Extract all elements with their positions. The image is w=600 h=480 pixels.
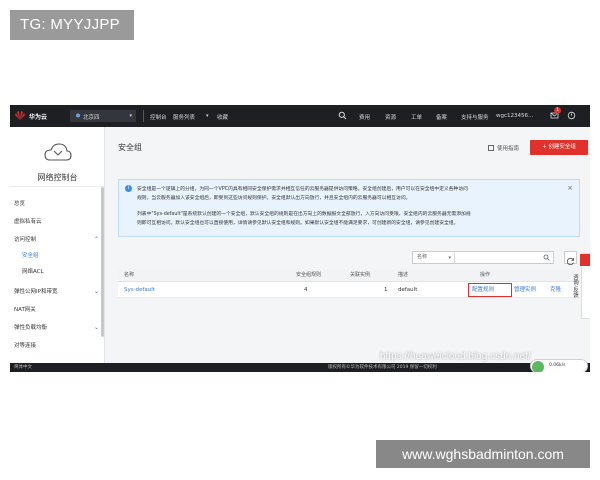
nav-service-list[interactable]: 服务列表	[173, 113, 195, 121]
top-navigation-bar: 华为云 北京四 ▾ 控制台 服务列表 ▾ 收藏 费用 资源 工单 备案 支持与服…	[10, 105, 590, 127]
sidebar-header: 网络控制台	[10, 127, 104, 187]
sidebar-item-overview[interactable]: 总览	[10, 197, 105, 211]
chevron-down-icon: ⌄	[93, 324, 99, 331]
usage-guide-label: 使用指南	[497, 146, 520, 152]
column-header: 操作	[480, 272, 491, 278]
column-header: 描述	[398, 272, 409, 278]
column-header: 关联实例	[350, 272, 371, 278]
info-notice: i 安全组是一个逻辑上的分组，为同一个VPC内具有相同安全保护需求并相互信任的云…	[118, 179, 580, 237]
nav-resources[interactable]: 资源	[385, 113, 396, 121]
sidebar-item-label: 弹性公网IP和带宽	[14, 289, 58, 295]
usage-guide-link[interactable]: 使用指南	[488, 144, 519, 152]
sidebar-title: 网络控制台	[37, 173, 78, 182]
sidebar-item-network-acl[interactable]: 网络ACL	[10, 265, 105, 279]
create-security-group-button[interactable]: + 创建安全组	[530, 140, 588, 155]
search-filter[interactable]: 名称 ▾	[412, 251, 554, 264]
sidebar-item-label: 虚拟私有云	[14, 219, 42, 225]
security-group-table: 名称 安全组规则 关联实例 描述 操作 Sys-default 4 1 defa…	[118, 269, 580, 298]
brand-name: 华为云	[29, 114, 48, 121]
filter-select[interactable]: 名称 ▾	[413, 252, 455, 263]
help-icon[interactable]	[567, 111, 576, 120]
sidebar-item-peering[interactable]: 对等连接	[10, 339, 105, 353]
console-screenshot: 华为云 北京四 ▾ 控制台 服务列表 ▾ 收藏 费用 资源 工单 备案 支持与服…	[10, 105, 590, 372]
sidebar-item-eip[interactable]: 弹性公网IP和带宽 ⌄	[10, 285, 105, 299]
sidebar-scrollbar[interactable]	[101, 187, 104, 337]
table-row: Sys-default 4 1 default 配置规则 管理实例 克隆	[118, 282, 580, 298]
info-line: 列表中"Sys-default"是系统默认创建的一个安全组，默认安全组的规则是在…	[137, 212, 471, 217]
nav-billing[interactable]: 费用	[359, 113, 370, 121]
copyright-text: 版权所有©华为软件技术有限公司 2019 保留一切权利	[328, 365, 437, 370]
location-pin-icon	[76, 113, 80, 118]
speed-indicator-icon	[532, 361, 544, 372]
sidebar-item-label: 访问控制	[14, 237, 37, 243]
bottom-status-bar: 简体中文 版权所有©华为软件技术有限公司 2019 保留一切权利	[10, 363, 590, 372]
account-name[interactable]: wgc123456...	[496, 113, 533, 119]
security-group-name-link[interactable]: Sys-default	[124, 282, 155, 298]
sidebar-item-label: 总览	[14, 201, 26, 207]
divider	[143, 110, 144, 122]
chevron-down-icon: ▾	[129, 113, 132, 119]
nav-tickets[interactable]: 工单	[411, 113, 422, 121]
info-icon: i	[125, 185, 132, 192]
sidebar-item-access-control[interactable]: 访问控制 ⌃	[10, 233, 105, 247]
page: TG: MYYJJPP 华为云 北京四 ▾ 控制台 服务列表 ▾ 收藏 费用 资…	[0, 0, 600, 480]
left-sidebar: 网络控制台 总览 虚拟私有云 访问控制 ⌃ 安全组 网络ACL 弹性公网IP和带…	[10, 127, 105, 363]
close-icon[interactable]: ×	[567, 184, 573, 192]
notification-badge: 1	[554, 107, 561, 114]
instance-count: 1	[384, 287, 388, 293]
speed-widget: 0.06k/s	[530, 359, 588, 372]
website-banner: www.wghsbadminton.com	[376, 440, 590, 468]
info-line: 规则，当云服务器加入该安全组后，即受到这些访问规则保护。安全组默认出方向放行，并…	[137, 196, 411, 201]
main-content: 安全组 使用指南 + 创建安全组 i 安全组是一个逻辑上的分组，为同一个VPC内…	[110, 133, 588, 363]
nav-support[interactable]: 支持与服务	[461, 113, 489, 121]
sidebar-item-security-group[interactable]: 安全组	[10, 249, 105, 263]
nav-favorites[interactable]: 收藏	[217, 113, 228, 121]
sidebar-item-vpc[interactable]: 虚拟私有云	[10, 215, 105, 229]
description: default	[398, 287, 418, 293]
sidebar-item-label: NAT网关	[14, 307, 36, 313]
search-icon[interactable]	[338, 111, 347, 120]
feedback-tab[interactable]: 咨询·反馈	[572, 253, 590, 319]
language-selector[interactable]: 简体中文	[14, 364, 32, 370]
nav-console[interactable]: 控制台	[150, 113, 167, 121]
sidebar-item-label: 安全组	[22, 253, 39, 259]
speed-value: 0.06k/s	[549, 363, 566, 368]
clone-link[interactable]: 克隆	[550, 282, 561, 298]
filter-select-value: 名称	[417, 254, 428, 260]
manage-instances-link[interactable]: 管理实例	[514, 282, 536, 298]
watermark-url: https://huaweicloud.blog.csdn.net/	[380, 351, 531, 362]
info-line: 安全组是一个逻辑上的分组，为同一个VPC内具有相同安全保护需求并相互信任的云服务…	[137, 187, 468, 192]
chevron-up-icon: ⌃	[93, 236, 99, 243]
region-label: 北京四	[83, 115, 100, 121]
rule-count: 4	[304, 287, 308, 293]
huawei-logo-icon	[15, 111, 25, 120]
sidebar-item-elb[interactable]: 弹性负载均衡 ⌄	[10, 321, 105, 335]
search-icon[interactable]	[543, 254, 550, 261]
sidebar-item-nat[interactable]: NAT网关	[10, 303, 105, 317]
sidebar-item-label: 对等连接	[14, 343, 37, 349]
configure-rules-link[interactable]: 配置规则	[472, 282, 494, 298]
chevron-down-icon: ▾	[206, 113, 209, 119]
document-icon	[488, 145, 494, 151]
region-selector[interactable]: 北京四 ▾	[70, 110, 136, 122]
feedback-tab-label: 咨询·反馈	[572, 274, 578, 298]
feedback-tab-header	[580, 254, 590, 266]
column-header: 名称	[124, 272, 135, 278]
chevron-down-icon: ▾	[448, 255, 451, 261]
sidebar-item-label: 网络ACL	[22, 269, 44, 275]
column-header: 安全组规则	[296, 272, 322, 278]
nav-filing[interactable]: 备案	[436, 113, 447, 121]
cloud-network-icon	[44, 143, 72, 161]
sidebar-item-label: 弹性负载均衡	[14, 325, 48, 331]
page-title: 安全组	[118, 143, 142, 152]
table-header: 名称 安全组规则 关联实例 描述 操作	[118, 269, 580, 282]
chevron-down-icon: ⌄	[93, 288, 99, 295]
info-line: 则即可互相访问。默认安全组也可以直接使用，详情请参见默认安全组和规则。如果默认安…	[137, 221, 459, 226]
watermark-tag: TG: MYYJJPP	[10, 10, 134, 40]
